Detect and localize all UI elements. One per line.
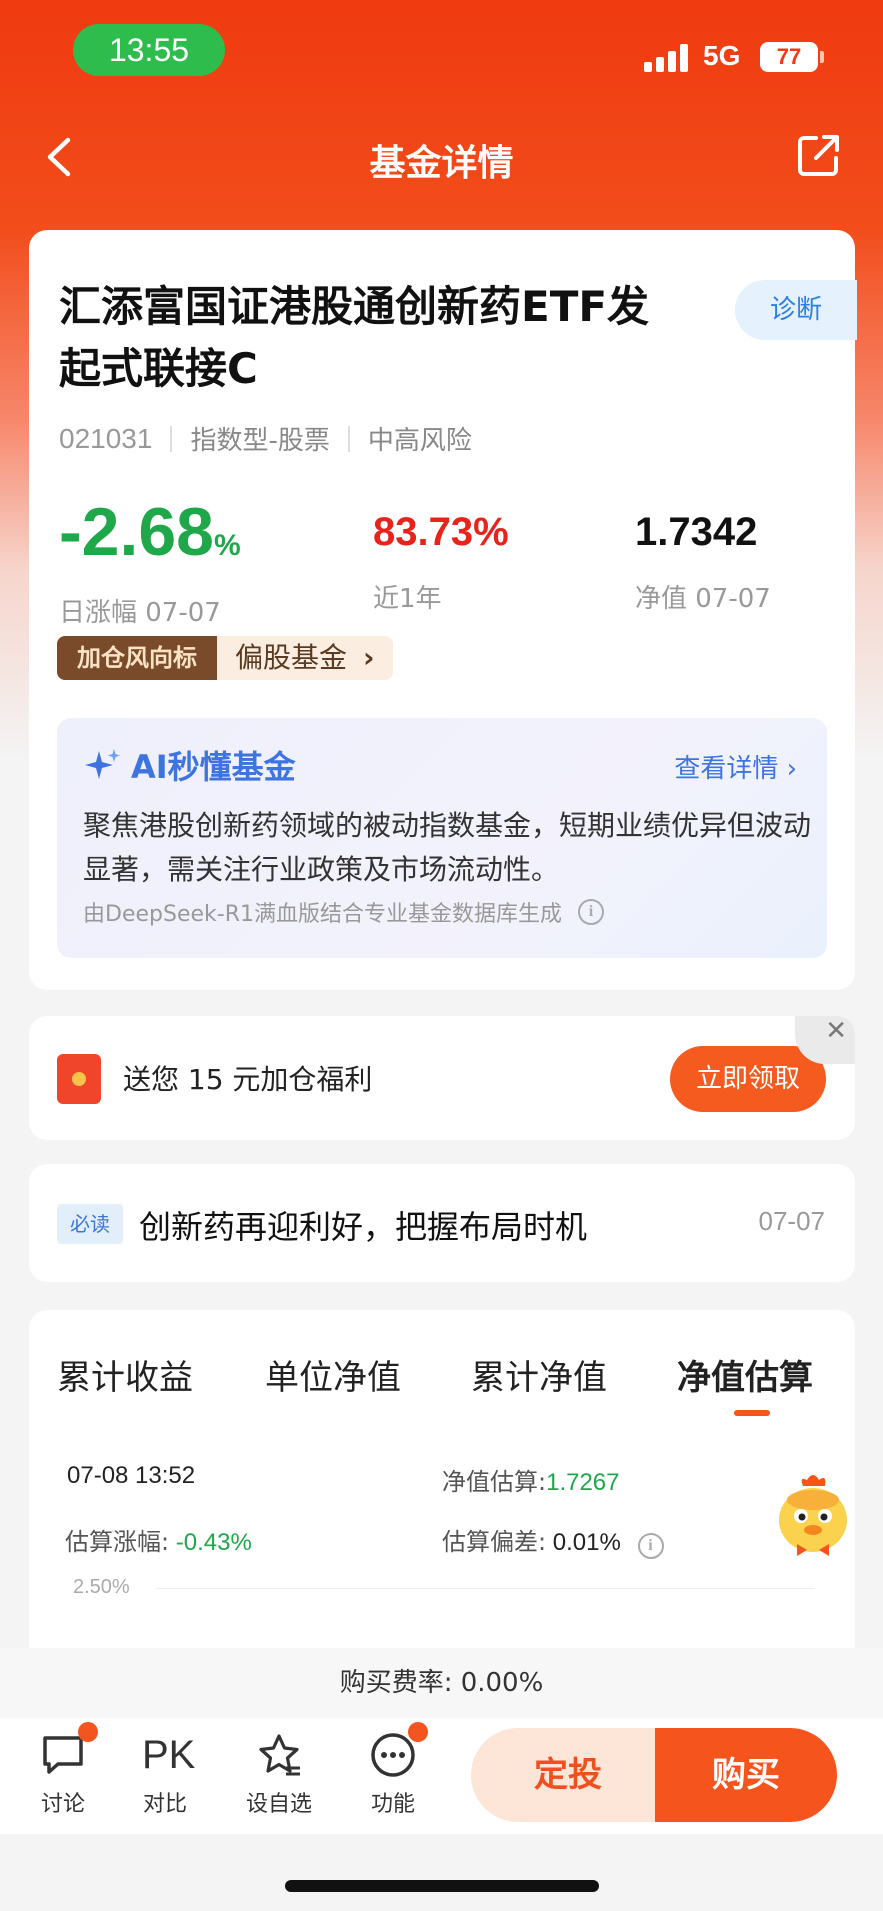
- nav-value: 1.7342: [635, 510, 758, 554]
- notification-dot: [78, 1722, 98, 1742]
- news-title: 创新药再迎利好，把握布局时机: [139, 1208, 588, 1246]
- functions-button[interactable]: 功能: [348, 1722, 438, 1818]
- pk-icon: PK: [142, 1733, 196, 1777]
- fund-risk: 中高风险: [367, 426, 472, 456]
- must-read-badge: 必读: [57, 1204, 123, 1244]
- bonus-text: 送您 15 元加仓福利: [123, 1063, 373, 1096]
- page-title: 基金详情: [369, 143, 514, 184]
- news-date: 07-07: [758, 1206, 826, 1236]
- fund-name: 汇添富国证港股通创新药ETF发起式联接C: [59, 282, 650, 393]
- estimate-deviation: 0.01%: [552, 1529, 621, 1556]
- daily-change-label: 日涨幅 07-07: [59, 598, 221, 628]
- mascot-icon[interactable]: [767, 1470, 857, 1560]
- functions-label: 功能: [370, 1792, 415, 1817]
- tab-unit-nav[interactable]: 单位净值: [265, 1350, 401, 1399]
- nav-stat: 1.7342 净值 07-07: [635, 492, 771, 615]
- year-return-label: 近1年: [373, 584, 442, 614]
- estimate-time: 07-08 13:52: [67, 1462, 196, 1489]
- chat-bubble-icon: [40, 1722, 98, 1778]
- nav-label: 净值 07-07: [635, 584, 771, 614]
- estimate-change-row: 估算涨幅: -0.43%: [65, 1528, 252, 1556]
- bottom-safe-area: [0, 1834, 883, 1911]
- chart-card: 累计收益 单位净值 累计净值 净值估算 07-08 13:52 净值估算:1.7…: [29, 1310, 855, 1670]
- tab-cumulative-nav[interactable]: 累计净值: [471, 1350, 607, 1399]
- tag-primary: 加仓风向标: [57, 636, 217, 680]
- status-time: 13:55: [73, 24, 225, 76]
- year-return-stat: 83.73% 近1年: [373, 492, 509, 615]
- bonus-card: 送您 15 元加仓福利 立即领取 ✕: [29, 1016, 855, 1140]
- daily-change-stat: -2.68% 日涨幅 07-07: [59, 492, 241, 629]
- red-envelope-icon: [57, 1054, 101, 1104]
- tab-cumulative-return[interactable]: 累计收益: [57, 1350, 193, 1399]
- year-return-value: 83.73%: [373, 510, 509, 554]
- watchlist-label: 设自选: [245, 1792, 312, 1817]
- daily-change-value: -2.68%: [59, 494, 241, 570]
- battery-tip: [820, 51, 824, 63]
- fund-summary-card: 汇添富国证港股通创新药ETF发起式联接C 诊断 021031 指数型-股票 中高…: [29, 230, 857, 990]
- ai-summary-text: 聚焦港股创新药领域的被动指数基金，短期业绩优异但波动显著，需关注行业政策及市场流…: [83, 809, 812, 886]
- ai-summary-box: AI秒懂基金 查看详情 › 聚焦港股创新药领域的被动指数基金，短期业绩优异但波动…: [57, 718, 827, 958]
- compare-button[interactable]: PK 对比: [120, 1732, 210, 1818]
- more-icon: [370, 1722, 428, 1778]
- news-card[interactable]: 必读 创新药再迎利好，把握布局时机 07-07: [29, 1164, 855, 1282]
- auto-invest-button[interactable]: 定投: [471, 1728, 665, 1822]
- share-icon[interactable]: [796, 132, 842, 178]
- tag-secondary: 偏股基金 ›: [217, 636, 393, 680]
- fund-type: 指数型-股票: [190, 426, 330, 456]
- star-icon: [256, 1732, 302, 1778]
- home-indicator[interactable]: [285, 1880, 599, 1892]
- bottom-toolbar: 讨论 PK 对比 设自选 功能 定投 购买: [0, 1718, 883, 1834]
- compare-label: 对比: [142, 1792, 187, 1817]
- watchlist-button[interactable]: 设自选: [234, 1732, 324, 1818]
- buy-button[interactable]: 购买: [655, 1728, 837, 1822]
- tab-nav-estimate[interactable]: 净值估算: [677, 1350, 813, 1399]
- tab-active-indicator: [734, 1410, 770, 1416]
- battery-icon: 77: [760, 42, 818, 72]
- notification-dot: [408, 1722, 428, 1742]
- info-icon[interactable]: i: [577, 899, 604, 925]
- signal-icon: [644, 44, 692, 72]
- ai-summary-title: AI秒懂基金: [83, 742, 296, 788]
- fund-tag[interactable]: 加仓风向标 偏股基金 ›: [57, 636, 393, 680]
- fund-code: 021031: [59, 422, 153, 454]
- chevron-right-icon: ›: [363, 641, 375, 674]
- grid-line: [155, 1588, 815, 1589]
- close-icon: ✕: [825, 1016, 847, 1046]
- discuss-button[interactable]: 讨论: [18, 1722, 108, 1818]
- divider: [170, 425, 173, 452]
- discuss-label: 讨论: [40, 1792, 85, 1817]
- info-icon[interactable]: i: [637, 1533, 664, 1559]
- diagnose-button[interactable]: 诊断: [735, 280, 857, 340]
- ai-detail-link[interactable]: 查看详情 ›: [674, 748, 797, 785]
- status-bar: 13:55 5G 77: [0, 0, 883, 100]
- sparkle-icon: [85, 749, 120, 779]
- fund-meta: 021031 指数型-股票 中高风险: [59, 420, 472, 457]
- estimate-change: -0.43%: [175, 1529, 252, 1556]
- chart-tabs: 累计收益 单位净值 累计净值 净值估算: [29, 1350, 855, 1430]
- purchase-fee: 购买费率: 0.00%: [0, 1648, 883, 1718]
- ai-source-note: 由DeepSeek-R1满血版结合专业基金数据库生成 i: [83, 896, 604, 928]
- estimate-value-row: 净值估算:1.7267: [442, 1468, 620, 1496]
- estimate-value: 1.7267: [546, 1469, 620, 1496]
- y-axis-tick: 2.50%: [73, 1576, 130, 1598]
- claim-button[interactable]: 立即领取: [670, 1046, 826, 1112]
- network-label: 5G: [703, 40, 741, 71]
- divider: [347, 425, 350, 452]
- nav-bar: 基金详情: [0, 112, 883, 202]
- estimate-deviation-row: 估算偏差: 0.01% i: [442, 1522, 664, 1559]
